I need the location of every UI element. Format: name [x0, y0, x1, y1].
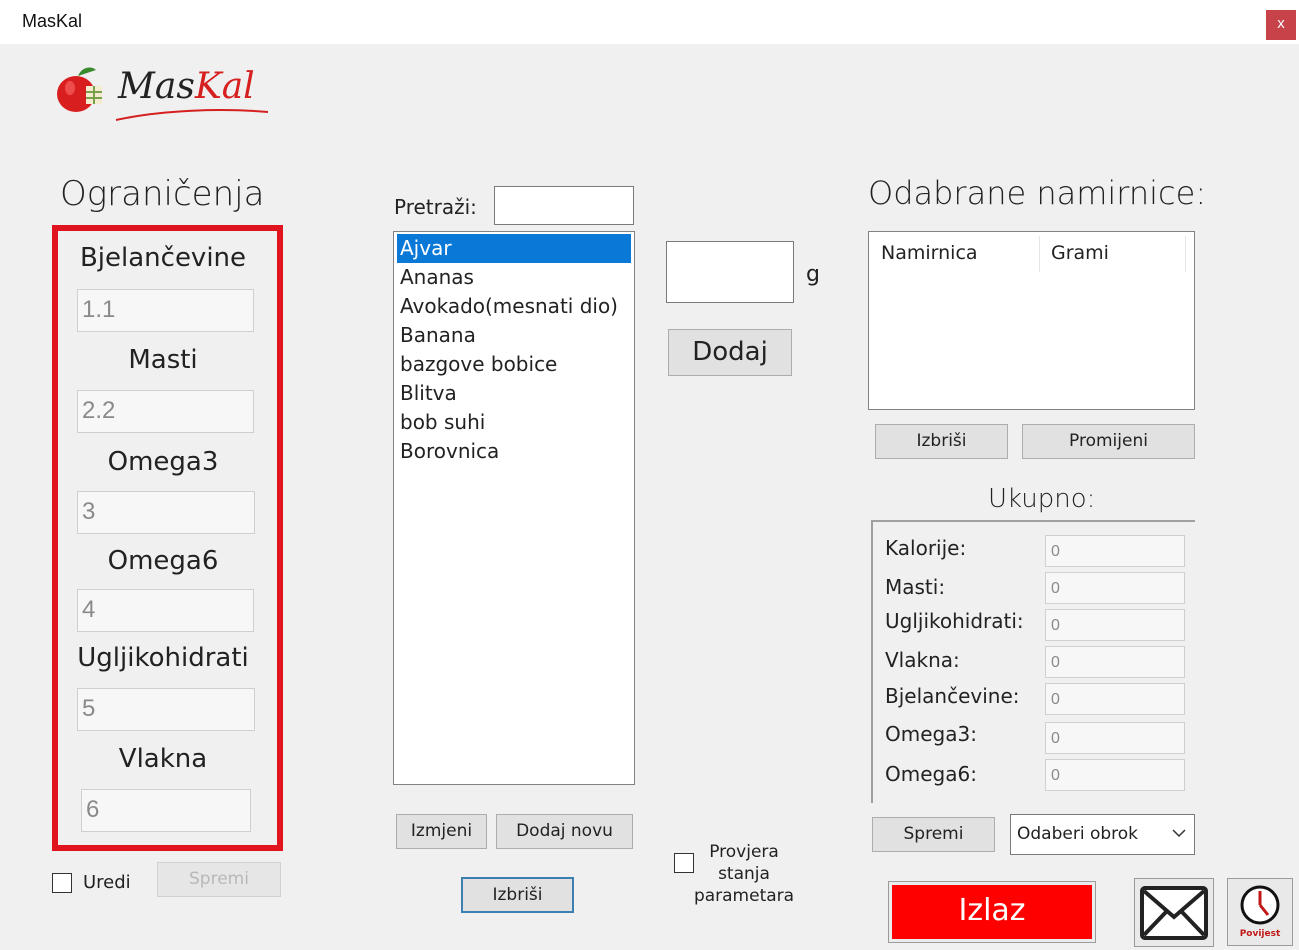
input-vlakna[interactable]: 6: [81, 789, 251, 832]
grams-unit-label: g: [806, 262, 820, 287]
total-value-kalorije: 0: [1045, 535, 1185, 567]
total-value-bjelancevine: 0: [1045, 683, 1185, 715]
window-title: MasKal: [22, 11, 83, 31]
label-masti: Masti: [128, 345, 198, 375]
edit-checkbox[interactable]: [52, 873, 72, 893]
total-value-omega3: 0: [1045, 722, 1185, 754]
logo-part-mas: Mas: [118, 66, 195, 107]
close-button[interactable]: x: [1266, 10, 1296, 40]
total-label-omega6: Omega6:: [885, 762, 977, 786]
meal-select[interactable]: Odaberi obrok: [1010, 814, 1195, 855]
edit-food-button[interactable]: Izmjeni: [396, 814, 487, 849]
logo-underline: [112, 104, 272, 130]
list-item[interactable]: Borovnica: [394, 437, 634, 466]
total-value-masti: 0: [1045, 572, 1185, 604]
title-bar: [0, 0, 1299, 44]
total-label-vlakna: Vlakna:: [885, 648, 960, 672]
label-bjelancevine: Bjelančevine: [79, 243, 247, 273]
exit-button[interactable]: Izlaz: [888, 881, 1096, 943]
totals-save-button[interactable]: Spremi: [872, 817, 995, 852]
delete-selected-button[interactable]: Izbriši: [875, 424, 1008, 459]
add-food-button[interactable]: Dodaj: [668, 329, 792, 376]
input-ugljikohidrati[interactable]: 5: [77, 688, 255, 731]
add-new-food-button[interactable]: Dodaj novu: [496, 814, 633, 849]
logo-part-kal: Kal: [194, 66, 255, 107]
delete-food-button[interactable]: Izbriši: [461, 877, 574, 913]
input-masti[interactable]: 2.2: [77, 390, 254, 433]
total-value-vlakna: 0: [1045, 646, 1185, 678]
list-item[interactable]: Blitva: [394, 379, 634, 408]
selected-foods-table[interactable]: Namirnica Grami: [868, 231, 1195, 410]
total-label-omega3: Omega3:: [885, 722, 977, 746]
food-list[interactable]: Ajvar Ananas Avokado(mesnati dio) Banana…: [393, 231, 635, 785]
input-bjelancevine[interactable]: 1.1: [77, 289, 254, 332]
history-clock-icon: [1238, 883, 1282, 931]
total-label-ugljikohidrati: Ugljikohidrati:: [885, 609, 1024, 633]
history-button[interactable]: Povijest: [1227, 878, 1293, 946]
history-caption: Povijest: [1239, 929, 1281, 939]
list-item[interactable]: Ajvar: [397, 234, 631, 263]
total-label-kalorije: Kalorije:: [885, 536, 967, 560]
total-value-omega6: 0: [1045, 759, 1185, 791]
change-selected-button[interactable]: Promijeni: [1022, 424, 1195, 459]
selected-foods-heading: Odabrane namirnice:: [868, 174, 1207, 212]
list-item[interactable]: Ananas: [394, 263, 634, 292]
list-item[interactable]: Banana: [394, 321, 634, 350]
chevron-down-icon: [1171, 825, 1187, 845]
search-input[interactable]: [494, 186, 634, 225]
input-omega3[interactable]: 3: [77, 491, 255, 534]
mail-button[interactable]: [1134, 878, 1214, 947]
restrictions-save-button[interactable]: Spremi: [157, 862, 281, 897]
total-label-masti: Masti:: [885, 575, 946, 599]
meal-select-value: Odaberi obrok: [1017, 824, 1139, 844]
apple-logo-icon: [52, 62, 108, 118]
totals-heading: Ukupno:: [988, 484, 1096, 514]
input-omega6[interactable]: 4: [77, 589, 254, 632]
check-params-label: Provjera stanja parametara: [693, 842, 795, 906]
column-header-namirnica[interactable]: Namirnica: [881, 242, 978, 264]
envelope-icon: [1139, 885, 1209, 945]
list-item[interactable]: bazgove bobice: [394, 350, 634, 379]
total-value-ugljikohidrati: 0: [1045, 609, 1185, 641]
app-logo: MasKal: [118, 66, 255, 107]
label-omega6: Omega6: [107, 546, 219, 576]
search-label: Pretraži:: [394, 195, 477, 219]
list-item[interactable]: Avokado(mesnati dio): [394, 292, 634, 321]
column-divider: [1039, 236, 1040, 272]
column-header-grami[interactable]: Grami: [1051, 242, 1109, 264]
label-vlakna: Vlakna: [118, 744, 208, 774]
grams-input[interactable]: [666, 241, 794, 303]
list-item[interactable]: bob suhi: [394, 408, 634, 437]
label-omega3: Omega3: [107, 447, 219, 477]
label-ugljikohidrati: Ugljikohidrati: [77, 643, 249, 673]
edit-checkbox-label: Uredi: [83, 872, 131, 893]
total-label-bjelancevine: Bjelančevine:: [885, 684, 1020, 708]
column-divider: [1185, 236, 1186, 272]
restrictions-heading: Ograničenja: [60, 174, 265, 214]
